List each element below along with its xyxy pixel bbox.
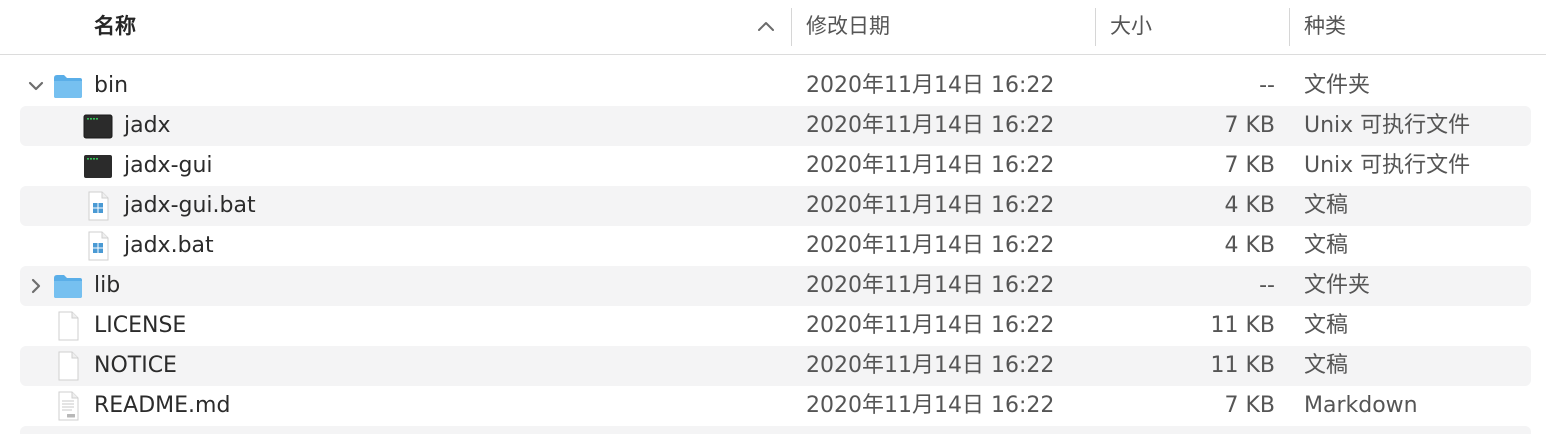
file-size: 4 KB bbox=[1224, 233, 1275, 258]
file-date: 2020年11月14日 16:22 bbox=[806, 273, 1055, 298]
file-date: 2020年11月14日 16:22 bbox=[806, 393, 1055, 418]
file-date: 2020年11月14日 16:22 bbox=[806, 73, 1055, 98]
file-size: 7 KB bbox=[1224, 153, 1275, 178]
file-row-jadx-gui-bat[interactable]: jadx-gui.bat 2020年11月14日 16:22 4 KB 文稿 bbox=[20, 186, 1531, 226]
chevron-down-icon[interactable] bbox=[26, 76, 46, 96]
file-kind: 文件夹 bbox=[1304, 73, 1371, 98]
sort-ascending-icon[interactable] bbox=[757, 18, 775, 36]
markdown-doc-icon bbox=[58, 391, 79, 421]
next-row-edge bbox=[20, 426, 1531, 434]
terminal-exec-icon bbox=[83, 114, 113, 139]
file-kind: 文稿 bbox=[1304, 233, 1349, 258]
column-separator[interactable] bbox=[791, 8, 792, 46]
column-separator[interactable] bbox=[1095, 8, 1096, 46]
file-kind: 文稿 bbox=[1304, 313, 1349, 338]
file-name: jadx-gui bbox=[124, 153, 213, 178]
column-name-header[interactable]: 名称 bbox=[94, 0, 136, 54]
file-row-lib[interactable]: lib 2020年11月14日 16:22 -- 文件夹 bbox=[20, 266, 1531, 306]
file-name: LICENSE bbox=[94, 313, 187, 338]
blank-doc-icon bbox=[58, 311, 79, 341]
file-row-notice[interactable]: NOTICE 2020年11月14日 16:22 11 KB 文稿 bbox=[20, 346, 1531, 386]
file-size: -- bbox=[1259, 273, 1275, 298]
folder-icon bbox=[54, 275, 82, 298]
file-name: jadx-gui.bat bbox=[124, 193, 256, 218]
file-name: jadx.bat bbox=[124, 233, 214, 258]
file-date: 2020年11月14日 16:22 bbox=[806, 233, 1055, 258]
file-row-jadx-bat[interactable]: jadx.bat 2020年11月14日 16:22 4 KB 文稿 bbox=[20, 226, 1531, 266]
file-name: README.md bbox=[94, 393, 231, 418]
file-row-bin[interactable]: bin 2020年11月14日 16:22 -- 文件夹 bbox=[20, 66, 1531, 106]
file-name: bin bbox=[94, 73, 129, 98]
file-name: lib bbox=[94, 273, 121, 298]
file-size: 4 KB bbox=[1224, 193, 1275, 218]
file-date: 2020年11月14日 16:22 bbox=[806, 353, 1055, 378]
file-size: -- bbox=[1259, 73, 1275, 98]
file-kind: Unix 可执行文件 bbox=[1304, 153, 1471, 178]
file-name: jadx bbox=[124, 113, 171, 138]
folder-icon bbox=[54, 75, 82, 98]
file-row-readme[interactable]: README.md 2020年11月14日 16:22 7 KB Markdow… bbox=[20, 386, 1531, 426]
file-size: 7 KB bbox=[1224, 393, 1275, 418]
file-size: 7 KB bbox=[1224, 113, 1275, 138]
file-kind: Unix 可执行文件 bbox=[1304, 113, 1471, 138]
file-size: 11 KB bbox=[1210, 353, 1275, 378]
file-size: 11 KB bbox=[1210, 313, 1275, 338]
file-row-jadx[interactable]: jadx 2020年11月14日 16:22 7 KB Unix 可执行文件 bbox=[20, 106, 1531, 146]
file-kind: 文稿 bbox=[1304, 353, 1349, 378]
terminal-exec-icon bbox=[84, 155, 112, 178]
file-kind: 文稿 bbox=[1304, 193, 1349, 218]
column-separator[interactable] bbox=[1289, 8, 1290, 46]
blank-doc-icon bbox=[58, 351, 79, 381]
file-kind: Markdown bbox=[1304, 393, 1418, 418]
file-row-license[interactable]: LICENSE 2020年11月14日 16:22 11 KB 文稿 bbox=[20, 306, 1531, 346]
windows-doc-icon bbox=[88, 231, 109, 261]
column-size-header[interactable]: 大小 bbox=[1110, 0, 1152, 54]
file-date: 2020年11月14日 16:22 bbox=[806, 193, 1055, 218]
file-date: 2020年11月14日 16:22 bbox=[806, 153, 1055, 178]
file-kind: 文件夹 bbox=[1304, 273, 1371, 298]
column-date-header[interactable]: 修改日期 bbox=[806, 0, 890, 54]
file-date: 2020年11月14日 16:22 bbox=[806, 113, 1055, 138]
chevron-right-icon[interactable] bbox=[26, 276, 46, 296]
column-header: 名称 修改日期 大小 种类 bbox=[0, 0, 1546, 55]
file-name: NOTICE bbox=[94, 353, 177, 378]
file-row-jadx-gui[interactable]: jadx-gui 2020年11月14日 16:22 7 KB Unix 可执行… bbox=[20, 146, 1531, 186]
column-kind-header[interactable]: 种类 bbox=[1304, 0, 1346, 54]
windows-doc-icon bbox=[88, 191, 109, 221]
file-date: 2020年11月14日 16:22 bbox=[806, 313, 1055, 338]
